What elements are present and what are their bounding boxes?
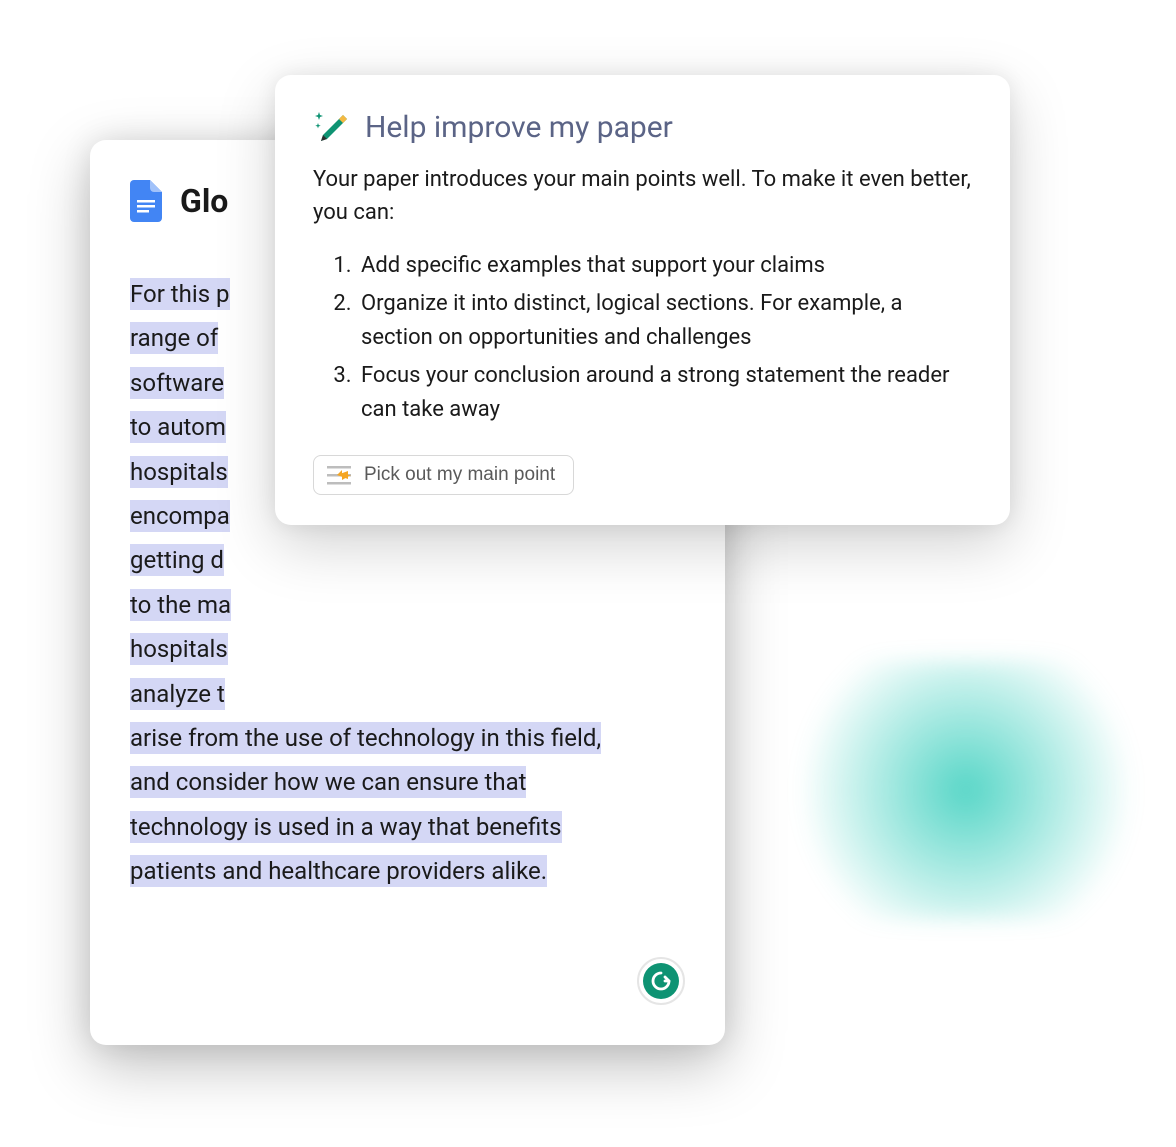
selected-text-line: encompa <box>130 500 230 532</box>
background-glow <box>766 660 1166 920</box>
suggestion-item: Organize it into distinct, logical secti… <box>357 287 972 355</box>
pick-main-point-button[interactable]: Pick out my main point <box>313 455 574 495</box>
grammarly-icon <box>643 963 679 999</box>
sparkle-pencil-icon <box>313 109 349 145</box>
suggestion-list: Add specific examples that support your … <box>313 249 972 427</box>
selected-text-line: hospitals <box>130 633 228 665</box>
action-chip-label: Pick out my main point <box>364 464 555 486</box>
selected-text-line: to the ma <box>130 589 231 621</box>
grammarly-badge[interactable] <box>637 957 685 1005</box>
selected-text-line: analyze t <box>130 678 225 710</box>
selected-text-line: software <box>130 367 224 399</box>
selected-text-line: range of <box>130 322 218 354</box>
selected-text-line: For this p <box>130 278 230 310</box>
document-title: Glo <box>180 182 228 220</box>
selected-text-line: getting d <box>130 544 224 576</box>
suggestion-panel: Help improve my paper Your paper introdu… <box>275 75 1010 525</box>
selected-text-line: technology is used in a way that benefit… <box>130 811 562 843</box>
suggestion-item: Focus your conclusion around a strong st… <box>357 359 972 427</box>
panel-title: Help improve my paper <box>365 110 673 145</box>
selected-text-line: hospitals <box>130 456 228 488</box>
selected-text-line: and consider how we can ensure that <box>130 766 526 798</box>
suggestion-item: Add specific examples that support your … <box>357 249 972 283</box>
panel-intro-text: Your paper introduces your main points w… <box>313 163 972 229</box>
selected-text-line: to autom <box>130 411 226 443</box>
selected-text-line: patients and healthcare providers alike. <box>130 855 547 887</box>
selected-text-line: arise from the use of technology in this… <box>130 722 601 754</box>
panel-header: Help improve my paper <box>313 109 972 145</box>
highlight-line-icon <box>326 464 352 486</box>
google-docs-icon <box>130 180 162 222</box>
